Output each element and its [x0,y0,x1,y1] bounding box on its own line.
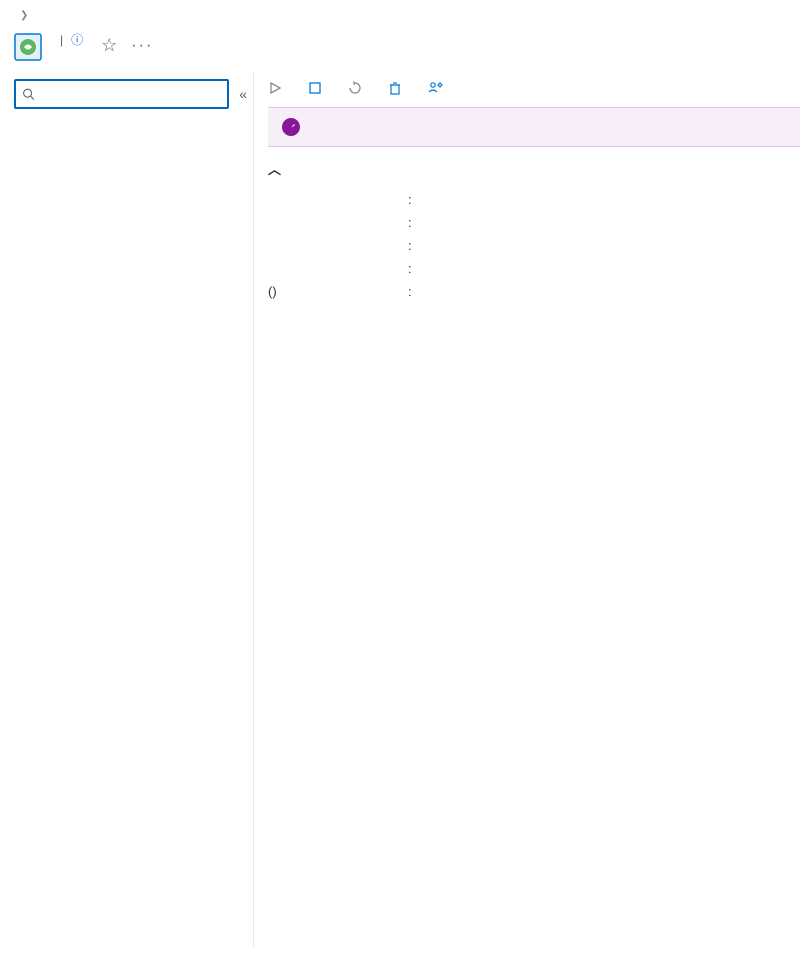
feedback-button[interactable] [428,81,450,95]
stop-button[interactable] [308,81,328,95]
scenario-area [268,338,800,418]
page-header: | ⓘ ☆ ··· [0,27,800,71]
ess-tags-label: () [268,284,408,299]
chevron-up-icon: ︿ [268,159,281,178]
separator: | [60,33,63,47]
tabs [268,319,800,338]
ess-instance-label [268,192,408,207]
essentials-toggle[interactable]: ︿ [268,159,800,178]
ess-rg-label [268,215,408,230]
collapse-sidebar-icon[interactable]: « [239,86,247,102]
sidebar-search[interactable] [14,79,229,109]
breadcrumb: ❯ [0,0,800,27]
sidebar: « [0,71,254,947]
toolbar [268,71,800,107]
title-block: | ⓘ [52,29,87,48]
ess-status-label [268,261,408,276]
essentials-section: ︿ : : : [268,147,800,307]
ess-location-label [268,238,408,253]
main-content: ︿ : : : [254,71,800,947]
resource-icon [14,33,42,61]
search-input[interactable] [39,87,221,102]
info-banner[interactable] [268,107,800,147]
rocket-icon [282,118,300,136]
chevron-right-icon: ❯ [20,10,28,21]
flush-dns-button[interactable] [348,81,368,95]
delete-button[interactable] [388,81,408,95]
star-icon[interactable]: ☆ [101,35,117,56]
start-button[interactable] [268,81,288,95]
info-icon: ⓘ [71,31,83,48]
more-actions-icon[interactable]: ··· [131,37,153,55]
